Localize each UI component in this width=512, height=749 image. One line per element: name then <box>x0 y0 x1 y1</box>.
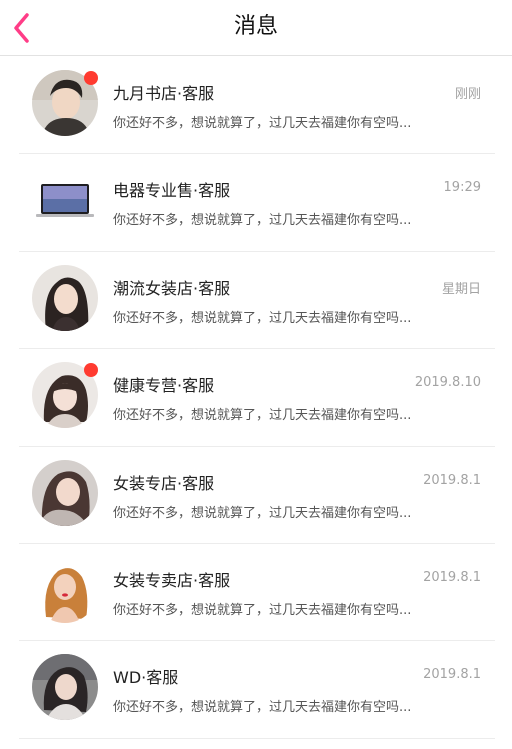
conversation-time: 19:29 <box>443 180 481 196</box>
conversation-time: 2019.8.1 <box>423 472 481 488</box>
conversation-item[interactable]: 健康专营·客服 2019.8.10 你还好不多，想说就算了，过几天去福建你有空吗… <box>19 349 495 447</box>
conversation-preview: 你还好不多，想说就算了，过几天去福建你有空吗... <box>113 310 412 326</box>
conversation-time: 2019.8.1 <box>423 569 481 585</box>
page-title: 消息 <box>233 14 278 39</box>
conversation-item[interactable]: 九月书店·客服 刚刚 你还好不多，想说就算了，过几天去福建你有空吗... <box>19 57 495 155</box>
conversation-preview: 你还好不多，想说就算了，过几天去福建你有空吗... <box>113 213 412 229</box>
conversation-time: 2019.8.1 <box>423 667 481 683</box>
conversation-name: 健康专营·客服 <box>113 376 215 396</box>
unread-badge <box>84 363 98 378</box>
conversation-item[interactable]: 女装专店·客服 2019.8.1 你还好不多，想说就算了，过几天去福建你有空吗.… <box>19 447 495 544</box>
conversation-time: 刚刚 <box>454 87 481 102</box>
avatar <box>32 459 98 526</box>
conversation-item[interactable]: 潮流女装店·客服 星期日 你还好不多，想说就算了，过几天去福建你有空吗... <box>19 252 495 350</box>
conversation-name: 女装专店·客服 <box>113 473 215 493</box>
conversation-name: 电器专业售·客服 <box>113 181 231 201</box>
avatar <box>32 654 98 721</box>
conversation-preview: 你还好不多，想说就算了，过几天去福建你有空吗... <box>113 602 412 618</box>
conversation-item[interactable]: 女装专卖店·客服 2019.8.1 你还好不多，想说就算了，过几天去福建你有空吗… <box>19 544 495 642</box>
conversation-list: 九月书店·客服 刚刚 你还好不多，想说就算了，过几天去福建你有空吗... 电器专… <box>0 57 512 739</box>
conversation-name: WD·客服 <box>113 668 179 688</box>
avatar <box>32 362 98 429</box>
conversation-item[interactable]: 电器专业售·客服 19:29 你还好不多，想说就算了，过几天去福建你有空吗... <box>19 154 495 252</box>
conversation-preview: 你还好不多，想说就算了，过几天去福建你有空吗... <box>113 116 412 131</box>
conversation-time: 星期日 <box>441 281 481 297</box>
conversation-name: 九月书店·客服 <box>113 84 215 103</box>
conversation-item[interactable]: WD·客服 2019.8.1 你还好不多，想说就算了，过几天去福建你有空吗... <box>19 641 495 739</box>
conversation-preview: 你还好不多，想说就算了，过几天去福建你有空吗... <box>113 505 412 521</box>
conversation-name: 女装专卖店·客服 <box>113 570 231 590</box>
avatar <box>32 556 98 623</box>
avatar <box>32 264 98 331</box>
avatar <box>32 167 98 234</box>
conversation-preview: 你还好不多，想说就算了，过几天去福建你有空吗... <box>113 700 412 716</box>
conversation-name: 潮流女装店·客服 <box>113 278 231 298</box>
nav-bar: 消息 <box>0 0 512 56</box>
unread-badge <box>84 71 98 85</box>
conversation-time: 2019.8.10 <box>414 375 481 391</box>
avatar <box>32 70 98 136</box>
conversation-preview: 你还好不多，想说就算了，过几天去福建你有空吗... <box>113 408 412 424</box>
